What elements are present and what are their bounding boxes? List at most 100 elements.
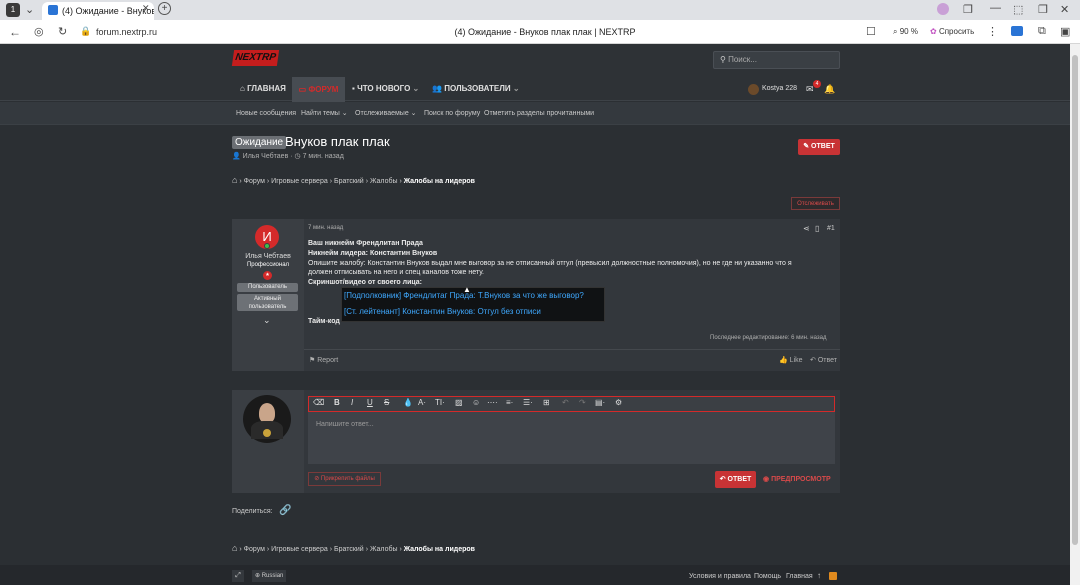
nav-username[interactable]: Kostya 228 [762, 77, 797, 101]
user-rank-icon: ★ [263, 271, 272, 280]
eraser-icon[interactable]: ⌫ [313, 398, 324, 407]
bookmark-icon[interactable]: ☐ [866, 25, 876, 38]
like-button[interactable]: 👍 Like [779, 356, 803, 364]
collections-icon[interactable]: ❐ [963, 3, 973, 16]
browser-tab-active[interactable]: (4) Ожидание - Внуков п [42, 2, 154, 20]
bell-icon[interactable]: 🔔 [824, 84, 835, 95]
subnav-search-forum[interactable]: Поиск по форуму [424, 102, 480, 125]
shield-icon[interactable]: ◎ [34, 25, 44, 38]
bold-icon[interactable]: B [334, 398, 340, 407]
avatar[interactable] [243, 395, 291, 443]
thread-author[interactable]: Илья Чебтаев [243, 153, 289, 160]
subnav-new-posts[interactable]: Новые сообщения [236, 102, 296, 125]
scroll-top-icon[interactable]: ↑ [817, 571, 821, 580]
footer-terms-link[interactable]: Условия и правила [689, 573, 751, 580]
reply-editor[interactable]: Напишите ответ... [308, 412, 835, 464]
close-window-icon[interactable]: ✕ [1060, 3, 1069, 16]
profile-icon[interactable] [937, 3, 949, 15]
image-icon[interactable]: ▨ [455, 398, 463, 407]
subnav-find-threads[interactable]: Найти темы ⌄ [301, 102, 348, 125]
more-icon[interactable]: ⋯· [487, 398, 498, 407]
nav-users[interactable]: 👥 ПОЛЬЗОВАТЕЛИ ⌄ [432, 77, 520, 101]
comment-icon: ▪ [352, 84, 355, 93]
post-user-name[interactable]: Илья Чебтаев [232, 253, 304, 260]
breadcrumb-item[interactable]: Жалобы [370, 546, 398, 553]
redo-icon[interactable]: ↷ [579, 398, 586, 407]
breadcrumb-item[interactable]: Братский [334, 178, 364, 185]
new-tab-icon[interactable]: + [158, 2, 171, 15]
minimize-icon[interactable]: — [990, 2, 1001, 14]
text-size-icon[interactable]: TI· [435, 398, 445, 407]
breadcrumb-item[interactable]: Форум [244, 178, 265, 185]
table-icon[interactable]: ⊞ [543, 398, 550, 407]
bookmark-window-icon[interactable]: ⬚ [1013, 3, 1023, 16]
subnav-watched[interactable]: Отслеживаемые ⌄ [355, 102, 417, 125]
breadcrumb-item[interactable]: Игровые сервера [271, 178, 328, 185]
post-line: Тайм-код [308, 318, 340, 325]
settings-icon[interactable]: ⚙ [615, 398, 622, 407]
language-label: Russian [261, 573, 284, 579]
breadcrumb-item[interactable]: Игровые сервера [271, 546, 328, 553]
nav-home[interactable]: ⌂ ГЛАВНАЯ [240, 77, 286, 101]
panel-icon[interactable]: ▣ [1060, 25, 1070, 38]
ask-button[interactable]: ✿ Спросить [930, 27, 974, 36]
drafts-icon[interactable]: ▤· [595, 398, 605, 407]
scrollbar-thumb[interactable] [1072, 55, 1078, 545]
align-icon[interactable]: ≡· [506, 398, 513, 407]
post-reply-button[interactable]: ↶ Ответ [810, 356, 837, 364]
reload-icon[interactable]: ↻ [58, 25, 67, 38]
tab-list-chevron-icon[interactable]: ⌄ [25, 3, 34, 16]
watch-button[interactable]: Отслеживать [791, 197, 840, 210]
submit-reply-button[interactable]: ↶ ОТВЕТ [715, 471, 756, 488]
expand-chevron-icon[interactable]: ⌄ [263, 315, 271, 326]
home-icon[interactable]: ⌂ [232, 175, 237, 185]
zoom-level[interactable]: ⌕ 90 % [893, 27, 918, 37]
tab-counter[interactable]: 1 [6, 3, 20, 17]
status-badge[interactable]: Ожидание [232, 136, 287, 149]
home-icon[interactable]: ⌂ [232, 543, 237, 553]
post-number[interactable]: #1 [827, 225, 835, 232]
footer-home-link[interactable]: Главная [786, 573, 813, 580]
emoji-icon[interactable]: ☺ [472, 398, 480, 407]
bookmark-post-icon[interactable]: ▯ [815, 224, 819, 233]
rss-icon[interactable] [829, 572, 837, 580]
site-logo[interactable]: NEXTRP [231, 50, 280, 66]
report-link[interactable]: ⚑ Report [309, 356, 338, 364]
undo-icon[interactable]: ↶ [562, 398, 569, 407]
menu-icon[interactable]: ⋮ [987, 25, 998, 38]
breadcrumb-item[interactable]: Братский [334, 546, 364, 553]
subnav-mark-read[interactable]: Отметить разделы прочитанными [484, 102, 594, 125]
thumbs-up-icon: 👍 [779, 357, 788, 364]
strikethrough-icon[interactable]: S [384, 398, 389, 407]
color-icon[interactable]: 💧 [403, 398, 413, 407]
underline-icon[interactable]: U [367, 398, 373, 407]
restore-icon[interactable]: ❐ [1038, 3, 1048, 16]
link-icon[interactable]: 🔗 [279, 505, 291, 516]
font-icon[interactable]: A· [418, 398, 426, 407]
url-text[interactable]: forum.nextrp.ru [96, 27, 157, 37]
italic-icon[interactable]: I [351, 398, 353, 407]
nav-forum[interactable]: ▭ ФОРУМ [292, 77, 345, 102]
user-avatar[interactable] [748, 84, 759, 95]
thread-time: 7 мин. назад [302, 153, 344, 160]
sidebar-icon[interactable]: ⧉ [1038, 25, 1046, 38]
list-icon[interactable]: ☰· [523, 398, 533, 407]
breadcrumb-item[interactable]: Жалобы [370, 178, 398, 185]
role-badge: Активный пользователь [237, 294, 298, 311]
reply-button[interactable]: ✎ ОТВЕТ [798, 139, 840, 155]
embed-line: [Ст. лейтенант] Константин Внуков: Отгул… [344, 307, 541, 316]
search-input[interactable]: ⚲ Поиск... [713, 51, 840, 69]
attach-files-button[interactable]: ⊘ Прикрепить файлы [308, 472, 381, 486]
nav-whats-new[interactable]: ▪ ЧТО НОВОГО ⌄ [352, 77, 419, 101]
back-icon[interactable]: ← [9, 25, 21, 39]
fullscreen-icon[interactable]: ⤢ [232, 570, 244, 582]
footer-help-link[interactable]: Помощь [754, 573, 781, 580]
tab-close-icon[interactable]: ✕ [142, 3, 150, 14]
post-time[interactable]: 7 мин. назад [308, 225, 343, 231]
pencil-icon: ✎ [803, 143, 810, 150]
language-selector[interactable]: ⊕ Russian [252, 570, 287, 582]
preview-button[interactable]: ◉ ПРЕДПРОСМОТР [763, 475, 831, 483]
extension-icon[interactable] [1011, 26, 1023, 36]
breadcrumb-item[interactable]: Форум [244, 546, 265, 553]
share-icon[interactable]: ⋖ [803, 224, 810, 233]
